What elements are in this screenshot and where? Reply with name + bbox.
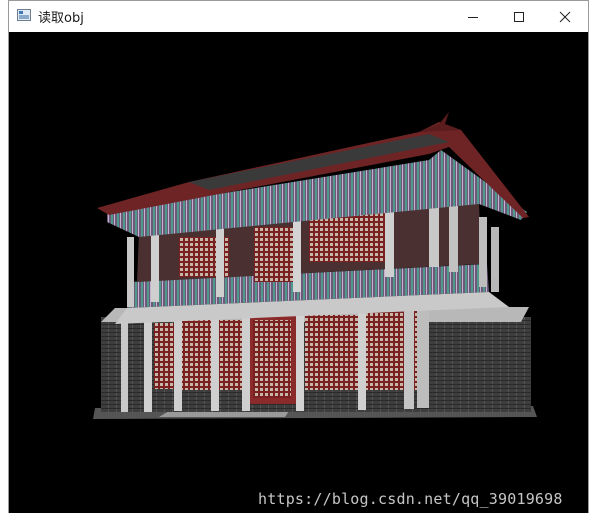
- title-bar[interactable]: 读取obj: [9, 1, 588, 32]
- maximize-button[interactable]: [496, 1, 542, 32]
- minimize-button[interactable]: [450, 1, 496, 32]
- render-viewport[interactable]: [9, 32, 588, 513]
- pavilion-model: [93, 112, 537, 419]
- app-window: 读取obj: [8, 0, 589, 513]
- watermark-text: https://blog.csdn.net/qq_39019698: [258, 490, 563, 508]
- minimize-icon: [468, 16, 478, 18]
- maximize-icon: [514, 11, 524, 22]
- close-button[interactable]: [542, 1, 588, 32]
- window-title: 读取obj: [38, 11, 84, 26]
- close-icon: [559, 11, 571, 22]
- app-window-icon: [17, 9, 31, 21]
